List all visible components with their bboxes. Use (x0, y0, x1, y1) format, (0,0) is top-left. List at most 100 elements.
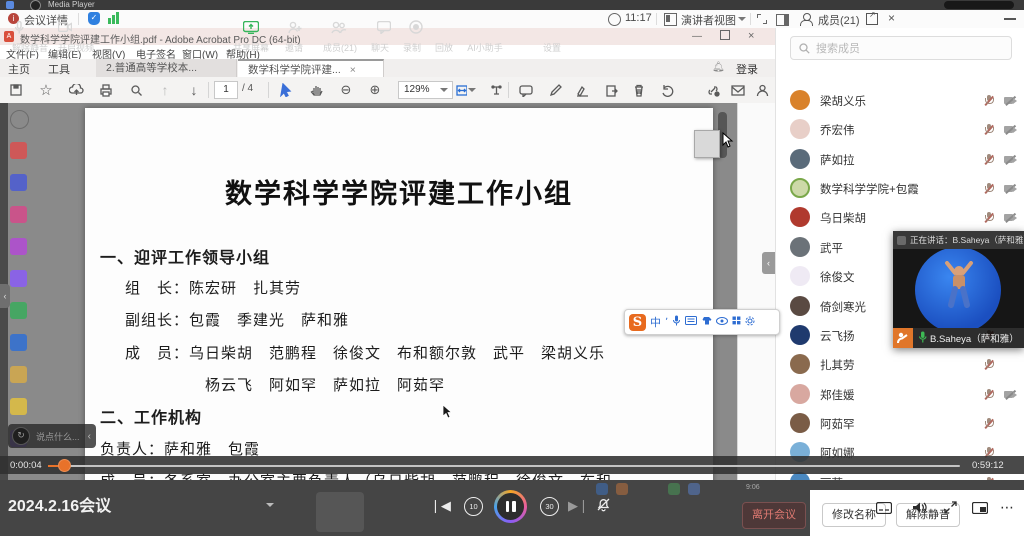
skip-forward-30-icon[interactable]: 30 (540, 497, 559, 516)
pause-button[interactable] (494, 490, 527, 523)
ime-mic-icon[interactable] (672, 315, 681, 329)
account-icon[interactable] (752, 81, 772, 99)
nav-pane-handle[interactable]: ‹ (0, 284, 10, 308)
ime-grid-icon[interactable] (732, 316, 741, 328)
layout-icon[interactable] (664, 13, 677, 26)
ime-symbol-icon[interactable]: ٬ (665, 317, 668, 328)
camera-off-icon[interactable] (1004, 211, 1017, 224)
tools-pane-handle[interactable]: ‹ (762, 252, 775, 274)
start-video-label[interactable]: 开启视频 (46, 41, 106, 54)
skip-previous-icon[interactable]: ❘◀ (430, 498, 451, 514)
mic-muted-icon[interactable] (982, 182, 995, 195)
close-window-icon[interactable]: × (748, 30, 754, 42)
sogou-logo-icon[interactable]: S (629, 313, 646, 331)
record-label[interactable]: 录制 (396, 41, 428, 54)
camera-off-icon[interactable] (1004, 388, 1017, 401)
ime-eye-icon[interactable] (716, 316, 729, 328)
chat-icon[interactable] (373, 18, 395, 36)
mic-muted-icon[interactable] (982, 358, 995, 371)
hand-tool-icon[interactable] (306, 81, 326, 99)
chevron-up-icon[interactable] (266, 503, 274, 507)
shield-check-icon[interactable]: ✓ (88, 12, 100, 25)
zoom-tool-icon[interactable] (10, 110, 29, 129)
combine-files-tool-icon[interactable] (10, 302, 27, 319)
page-number-input[interactable]: 1 (214, 81, 238, 99)
invite-icon[interactable] (284, 18, 306, 36)
fullscreen-icon[interactable] (757, 14, 767, 24)
select-cursor-icon[interactable] (276, 81, 296, 99)
collapse-chevron-icon[interactable]: ‹ (88, 431, 91, 442)
maximize-icon[interactable] (720, 30, 730, 40)
camera-off-icon[interactable] (1004, 94, 1017, 107)
mail-icon[interactable] (728, 81, 748, 99)
panel-toggle-icon[interactable] (776, 14, 789, 26)
settings-label[interactable]: 设置 (536, 41, 568, 54)
camera-off-icon[interactable] (1004, 153, 1017, 166)
timeline-track[interactable] (70, 464, 960, 467)
ai-assistant-label[interactable]: AI小助手 (460, 41, 510, 54)
captions-icon[interactable] (875, 501, 893, 517)
ime-mode-label[interactable]: 中 (650, 314, 661, 330)
ime-keyboard-icon[interactable] (685, 316, 698, 328)
member-row[interactable]: 乌日柴胡 (776, 203, 1024, 232)
playback-timeline[interactable]: 0:00:04 0:59:12 (0, 456, 1024, 474)
link-icon[interactable] (703, 81, 723, 99)
leave-meeting-button[interactable]: 离开会议 (742, 502, 806, 529)
signal-bars-icon[interactable] (108, 18, 111, 24)
mic-icon[interactable] (8, 18, 30, 36)
close-panel-icon[interactable]: × (888, 11, 895, 25)
tab-tools[interactable]: 工具 (48, 61, 70, 77)
camera-off-icon[interactable] (1004, 182, 1017, 195)
comment-tool-icon[interactable] (10, 366, 27, 383)
members-icon[interactable] (328, 18, 350, 36)
skip-back-10-icon[interactable]: 10 (464, 497, 483, 516)
mic-muted-icon[interactable] (982, 417, 995, 430)
zoom-out-icon[interactable]: ⊖ (336, 81, 356, 99)
member-row[interactable]: 萨如拉 (776, 145, 1024, 174)
ime-settings-icon[interactable] (745, 316, 755, 329)
export-pdf-tool-icon[interactable] (10, 174, 27, 191)
star-icon[interactable]: ☆ (36, 81, 56, 99)
page-up-icon[interactable]: ↑ (155, 81, 175, 99)
member-row[interactable]: 梁胡义乐 (776, 86, 1024, 115)
sign-icon[interactable] (573, 81, 593, 99)
mini-player-icon[interactable] (971, 501, 989, 517)
timeline-handle[interactable] (58, 459, 71, 472)
bell-icon[interactable]: 🔔︎ (712, 62, 725, 73)
volume-icon[interactable] (912, 501, 928, 517)
screen-share-icon[interactable] (240, 18, 262, 36)
minimize-icon[interactable]: — (692, 31, 702, 42)
notifications-off-icon[interactable] (596, 497, 611, 517)
zoom-in-icon[interactable]: ⊕ (365, 81, 385, 99)
ime-toolbar[interactable]: S 中 ٬ (624, 309, 780, 335)
mic-muted-icon[interactable] (982, 153, 995, 166)
print-icon[interactable] (96, 81, 116, 99)
search-icon[interactable] (126, 81, 146, 99)
doc-tab-inactive[interactable]: 2.普通高等学校本... (96, 59, 237, 77)
undo-icon[interactable] (657, 81, 677, 99)
invite-label[interactable]: 邀请 (274, 41, 314, 54)
tab-close-icon[interactable]: × (350, 64, 356, 76)
create-pdf-tool-icon[interactable] (10, 142, 27, 159)
login-button[interactable]: 登录 (736, 61, 758, 77)
tab-home[interactable]: 主页 (8, 61, 30, 77)
more-options-icon[interactable]: ⋯ (1000, 499, 1015, 516)
member-search-input[interactable]: 搜索成员 (790, 36, 1012, 60)
view-mode-label[interactable]: 演讲者视图 (681, 12, 736, 28)
mic-muted-icon[interactable] (982, 211, 995, 224)
scan-ocr-tool-icon[interactable] (10, 206, 27, 223)
chat-quick-overlay[interactable]: ↻ 说点什么... ‹ (8, 424, 96, 448)
member-row[interactable]: 阿茹罕 (776, 409, 1024, 438)
chat-label[interactable]: 聊天 (364, 41, 396, 54)
cloud-upload-icon[interactable] (66, 81, 86, 99)
member-row[interactable]: 数学科学学院+包霞 (776, 174, 1024, 203)
speaker-video-overlay[interactable]: 正在讲话：B.Saheya（萨和雅） B.Saheya（萨和雅） (893, 231, 1024, 348)
highlight-pencil-icon[interactable] (545, 81, 565, 99)
comment-icon[interactable] (516, 81, 536, 99)
fit-width-icon[interactable] (456, 81, 476, 99)
page-display-icon[interactable] (486, 81, 506, 99)
ime-skin-icon[interactable] (701, 316, 712, 328)
window-controls-pill[interactable] (944, 1, 1014, 9)
stamp-tool-icon[interactable] (10, 398, 27, 415)
member-row[interactable]: 郑佳媛 (776, 380, 1024, 409)
